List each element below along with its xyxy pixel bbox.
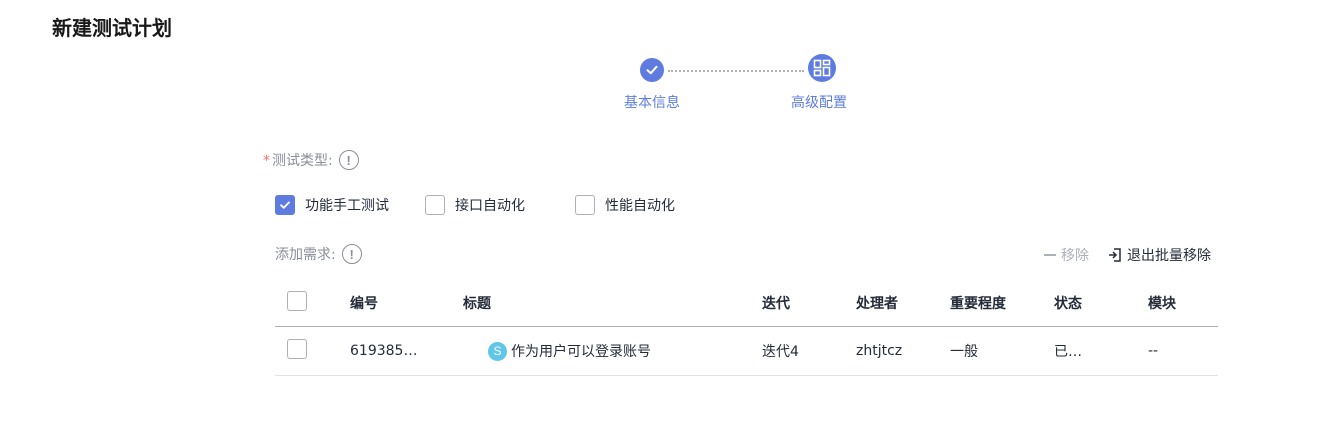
add-requirement-label-text: 添加需求: [275,247,336,263]
story-icon: S [488,341,507,361]
checkbox-icon[interactable] [575,195,595,215]
cell-title[interactable]: S 作为用户可以登录账号 [463,341,762,361]
add-requirement-label: 添加需求: ! [275,244,362,264]
column-header-title: 标题 [463,295,491,312]
page-title: 新建测试计划 [52,16,172,40]
stepper-connector [668,70,804,72]
column-header-module: 模块 [1148,295,1176,312]
step-basic-info-label[interactable]: 基本信息 [624,92,680,112]
column-header-id: 编号 [350,295,378,312]
checkbox-performance-automation[interactable]: 性能自动化 [575,195,675,215]
requirements-table: 编号 标题 迭代 处理者 重要程度 状态 模块 619385… S 作为用户可以… [275,279,1218,376]
layout-icon [813,59,831,77]
exit-batch-remove-button[interactable]: 退出批量移除 [1107,245,1211,265]
checkbox-checked-icon[interactable] [275,195,295,215]
info-icon[interactable]: ! [341,244,362,264]
cell-id: 619385… [350,343,418,359]
step-basic-info-icon[interactable] [640,58,664,82]
column-header-status: 状态 [1054,295,1082,312]
exit-batch-remove-label: 退出批量移除 [1127,248,1211,264]
cell-module: -- [1148,343,1159,359]
test-type-label-text: 测试类型: [272,153,333,169]
table-header: 编号 标题 迭代 处理者 重要程度 状态 模块 [275,279,1218,327]
checkbox-icon[interactable] [425,195,445,215]
cell-status: 已… [1054,344,1082,360]
column-header-assignee: 处理者 [856,295,898,312]
table-row[interactable]: 619385… S 作为用户可以登录账号 迭代4 zhtjtcz 一般 已… -… [275,327,1218,376]
checkbox-performance-automation-label: 性能自动化 [605,198,675,214]
checkbox-api-automation-label: 接口自动化 [455,198,525,214]
column-header-priority: 重要程度 [950,295,1006,312]
step-advanced-config-label[interactable]: 高级配置 [791,92,847,112]
test-type-label: * 测试类型: ! [263,150,359,170]
column-header-iteration: 迭代 [762,295,790,312]
cell-priority: 一般 [950,344,978,360]
cell-assignee: zhtjtcz [856,343,903,359]
exit-icon [1109,248,1121,262]
remove-button-label: 移除 [1061,248,1089,264]
info-icon[interactable]: ! [338,150,359,170]
check-icon [646,65,658,75]
remove-button[interactable]: 移除 [1043,245,1089,265]
checkbox-api-automation[interactable]: 接口自动化 [425,195,525,215]
checkbox-manual-test-label: 功能手工测试 [305,198,389,214]
cell-title-text[interactable]: 作为用户可以登录账号 [511,341,651,361]
minus-icon [1044,254,1056,256]
row-checkbox[interactable] [287,339,307,359]
cell-iteration: 迭代4 [762,344,799,360]
checkbox-manual-test[interactable]: 功能手工测试 [275,195,389,215]
required-mark: * [263,153,270,169]
step-advanced-config-icon[interactable] [808,54,836,82]
select-all-checkbox[interactable] [287,290,307,311]
